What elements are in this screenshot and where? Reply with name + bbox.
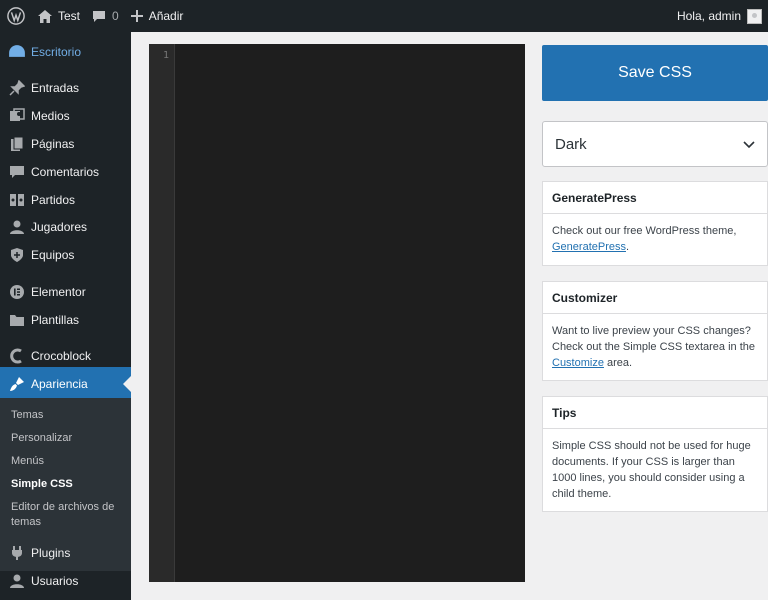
box-title: Tips bbox=[543, 397, 767, 429]
css-code-editor[interactable]: 1 bbox=[149, 44, 525, 582]
sidebar-item-label: Jugadores bbox=[31, 220, 88, 234]
box-text: Want to live preview your CSS changes? C… bbox=[552, 325, 755, 353]
box-text-after: area. bbox=[607, 357, 633, 369]
customizer-box: Customizer Want to live preview your CSS… bbox=[542, 281, 768, 381]
comments-link[interactable]: 0 bbox=[86, 0, 125, 32]
sidebar-item-label: Usuarios bbox=[31, 574, 79, 588]
line-number: 1 bbox=[162, 50, 169, 61]
new-content-link[interactable]: Añadir bbox=[125, 0, 190, 32]
sidebar-item-equipos[interactable]: Equipos bbox=[0, 238, 131, 272]
submenu-item-menus[interactable]: Menús bbox=[11, 454, 126, 469]
sidebar-item-label: Partidos bbox=[31, 193, 76, 207]
sidebar-item-label: Plugins bbox=[31, 546, 71, 560]
admin-sidebar: Escritorio Entradas Medios Páginas Comen… bbox=[0, 32, 131, 600]
comment-icon bbox=[8, 163, 26, 181]
customize-link[interactable]: Customize bbox=[552, 357, 604, 369]
box-content: Simple CSS should not be used for huge d… bbox=[543, 429, 767, 511]
user-icon bbox=[8, 218, 26, 236]
submenu-item-personalizar[interactable]: Personalizar bbox=[11, 431, 126, 446]
sidebar-item-label: Equipos bbox=[31, 248, 75, 262]
users-icon bbox=[8, 572, 26, 590]
box-text: Check out our free WordPress theme, bbox=[552, 225, 737, 237]
sidebar-item-label: Plantillas bbox=[31, 313, 80, 327]
generatepress-box: GeneratePress Check out our free WordPre… bbox=[542, 181, 768, 266]
sidebar-item-plantillas[interactable]: Plantillas bbox=[0, 303, 131, 337]
plugin-icon bbox=[8, 544, 26, 562]
new-label: Añadir bbox=[148, 9, 184, 23]
sidebar-item-label: Páginas bbox=[31, 137, 75, 151]
save-css-button[interactable]: Save CSS bbox=[542, 45, 768, 101]
sidebar-item-label: Medios bbox=[31, 109, 70, 123]
sidebar-item-label: Comentarios bbox=[31, 165, 100, 179]
sidebar-item-label: Crocoblock bbox=[31, 349, 92, 363]
submenu-item-simple-css[interactable]: Simple CSS bbox=[11, 477, 126, 492]
editor-theme-select[interactable]: Dark bbox=[542, 121, 768, 167]
admin-bar: Test 0 Añadir Hola, admin bbox=[0, 0, 768, 32]
box-text: Simple CSS should not be used for huge d… bbox=[552, 440, 751, 500]
wordpress-icon bbox=[7, 7, 25, 25]
box-text-after: . bbox=[625, 241, 630, 253]
plus-icon bbox=[130, 10, 143, 22]
editor-theme-value: Dark bbox=[555, 135, 587, 153]
folder-icon bbox=[8, 311, 26, 329]
wordpress-logo-button[interactable] bbox=[0, 0, 32, 32]
comments-count: 0 bbox=[112, 9, 119, 23]
sidebar-item-label: Entradas bbox=[31, 81, 80, 95]
home-icon bbox=[38, 9, 52, 23]
sidebar-item-label: Apariencia bbox=[31, 377, 88, 391]
submenu-item-temas[interactable]: Temas bbox=[11, 408, 126, 423]
sidebar-item-usuarios[interactable]: Usuarios bbox=[0, 564, 131, 598]
pages-icon bbox=[8, 135, 26, 153]
box-content: Want to live preview your CSS changes? C… bbox=[543, 314, 767, 380]
sidebar-item-apariencia[interactable]: Apariencia bbox=[0, 367, 131, 401]
line-gutter: 1 bbox=[149, 44, 175, 582]
sidebar-item-label: Elementor bbox=[31, 285, 86, 299]
tips-box: Tips Simple CSS should not be used for h… bbox=[542, 396, 768, 512]
sidebar-item-label: Escritorio bbox=[31, 45, 82, 59]
comment-icon bbox=[93, 10, 106, 22]
chevron-down-icon bbox=[743, 136, 755, 153]
my-account-link[interactable]: Hola, admin bbox=[671, 0, 768, 32]
media-icon bbox=[8, 107, 26, 125]
crocoblock-icon bbox=[8, 347, 26, 365]
shield-icon bbox=[8, 246, 26, 264]
box-content: Check out our free WordPress theme, Gene… bbox=[543, 214, 767, 264]
matches-icon bbox=[8, 191, 26, 209]
sidebar-item-escritorio[interactable]: Escritorio bbox=[0, 35, 131, 69]
avatar bbox=[747, 8, 762, 24]
site-name-link[interactable]: Test bbox=[32, 0, 86, 32]
submenu-item-theme-file-editor[interactable]: Editor de archivos de temas bbox=[11, 500, 126, 530]
greeting: Hola, admin bbox=[676, 9, 741, 23]
brush-icon bbox=[8, 375, 26, 393]
pin-icon bbox=[8, 79, 26, 97]
elementor-icon bbox=[8, 283, 26, 301]
generatepress-link[interactable]: GeneratePress bbox=[552, 241, 626, 253]
box-title: Customizer bbox=[543, 282, 767, 314]
box-title: GeneratePress bbox=[543, 182, 767, 214]
site-name: Test bbox=[58, 9, 81, 23]
dashboard-icon bbox=[8, 43, 26, 61]
